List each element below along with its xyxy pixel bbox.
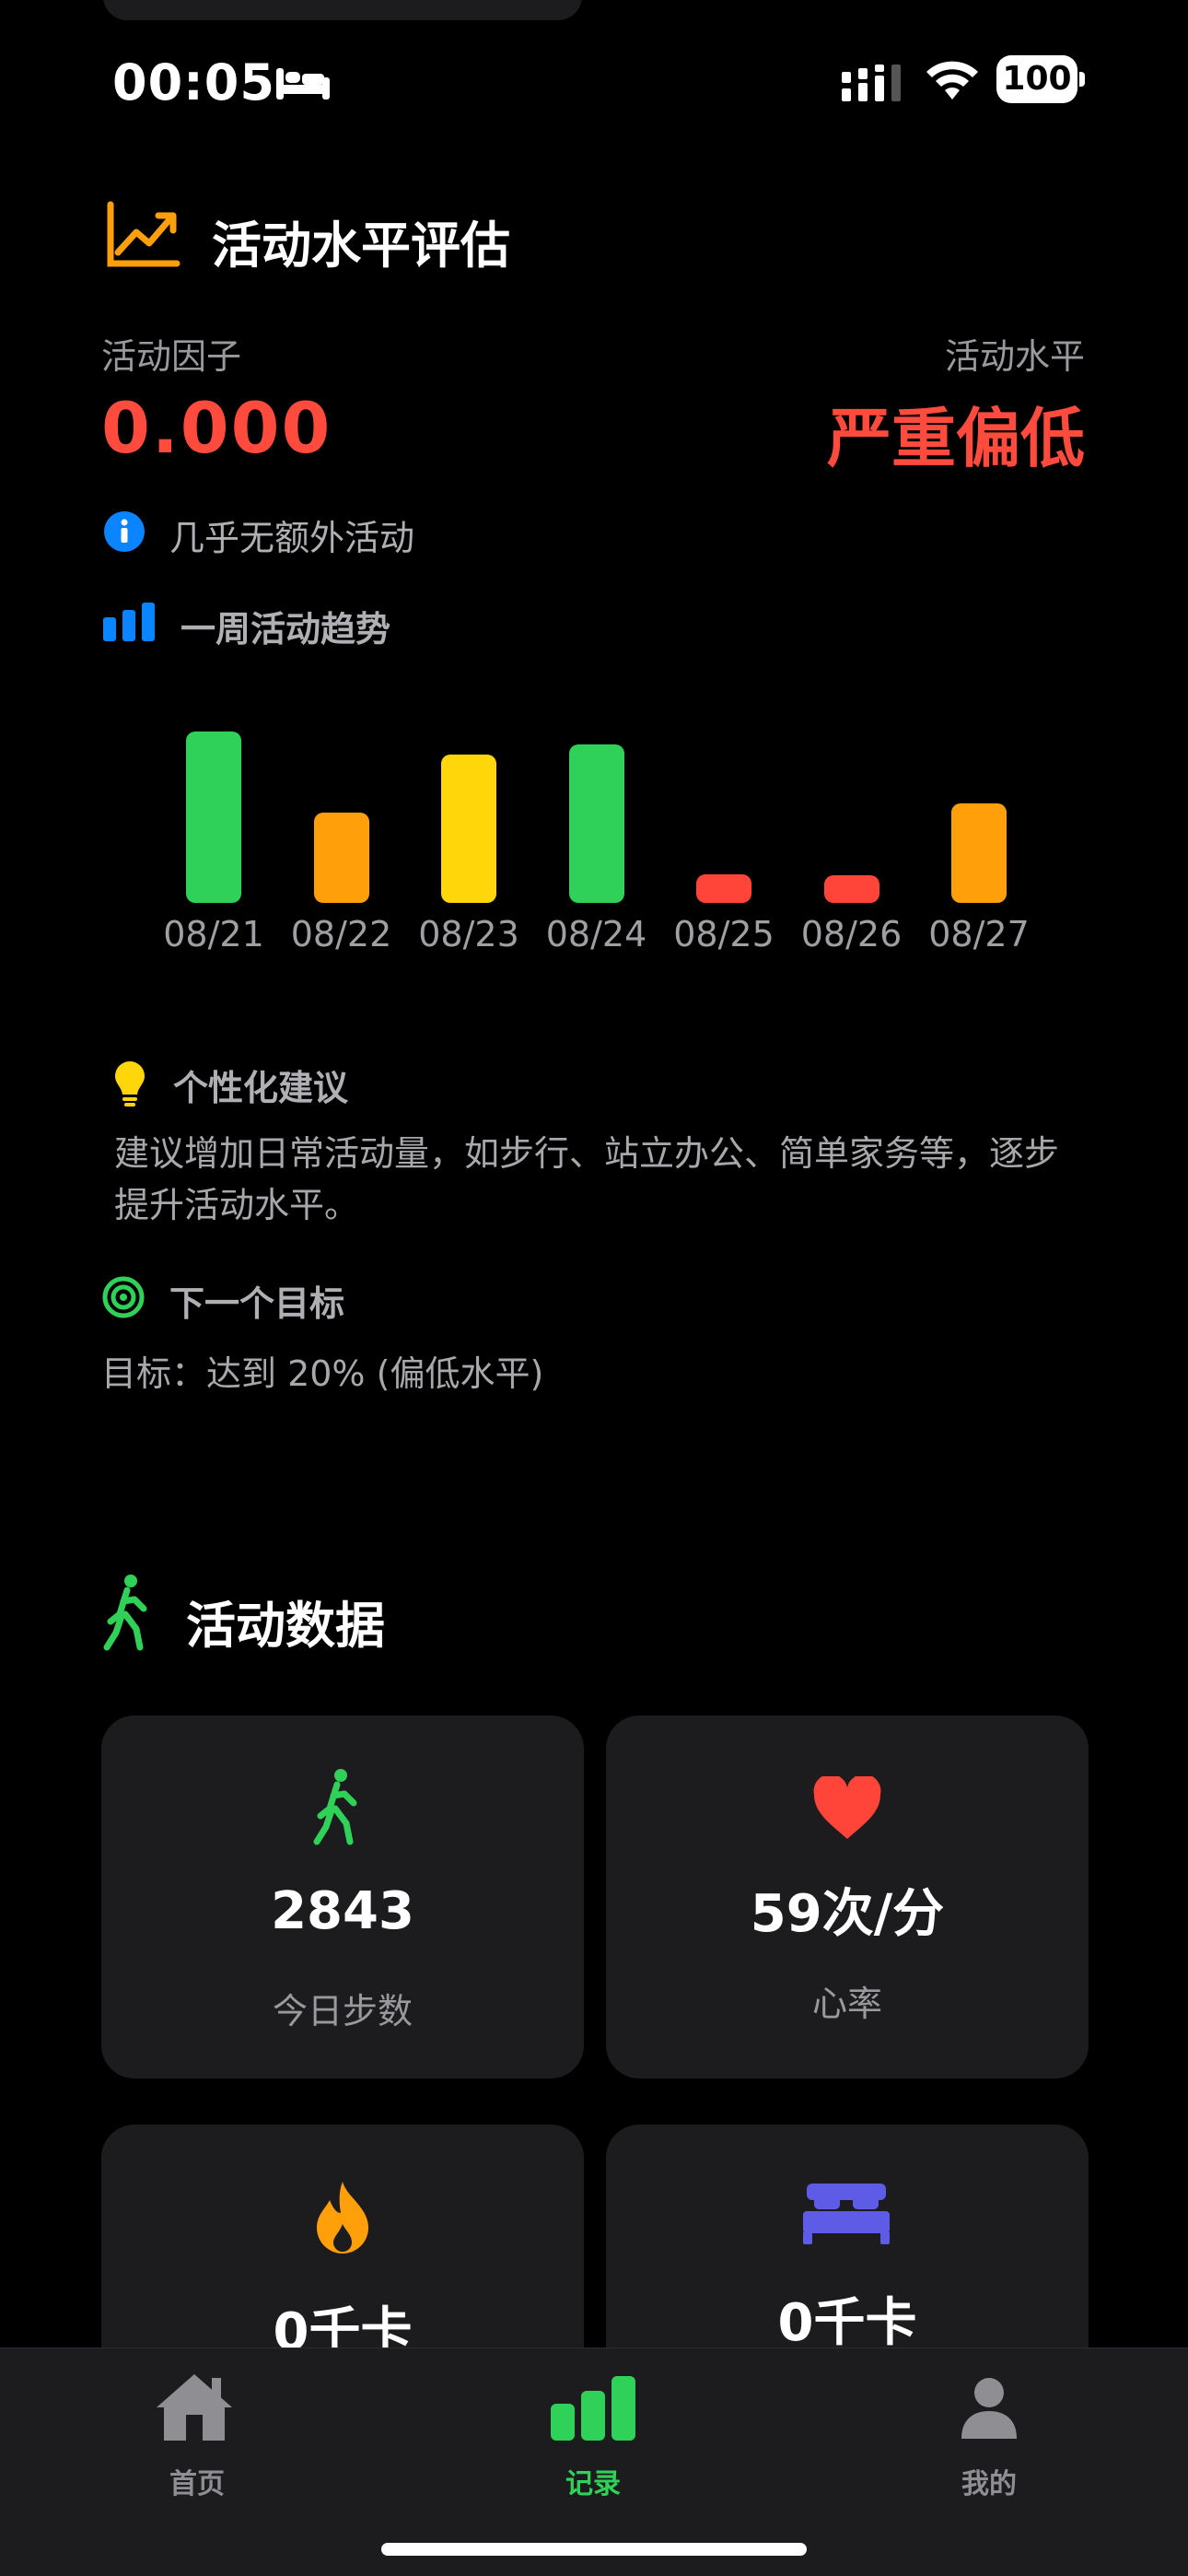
goal-text: 目标：达到 20% (偏低水平): [101, 1353, 544, 1394]
assessment-title: 活动水平评估: [212, 217, 510, 275]
chart-icon: [551, 2376, 635, 2441]
steps-value: 2843: [271, 1881, 414, 1941]
activity-data-title: 活动数据: [186, 1597, 385, 1655]
tab-home[interactable]: 首页: [87, 2361, 308, 2500]
walking-icon: [103, 1575, 147, 1651]
activity-factor-value: 0.000: [101, 387, 332, 469]
wifi-icon: [926, 61, 978, 100]
chart-date-label: 08/26: [800, 914, 903, 954]
heart-icon: [813, 1776, 881, 1839]
cellular-signal-icon: [842, 64, 901, 101]
heart-rate-card[interactable]: 59次/分 心率: [606, 1715, 1089, 2078]
person-icon: [961, 2378, 1017, 2439]
weekly-activity-chart: 08/21 08/22 08/23 08/24 08/25 08/26 08/27: [147, 700, 1031, 977]
heart-rate-label: 心率: [811, 1984, 882, 2024]
chart-bar: [313, 813, 369, 903]
chart-date-label: 08/22: [290, 914, 392, 954]
chart-date-label: 08/23: [418, 914, 519, 954]
activity-level-value: 严重偏低: [827, 401, 1085, 476]
tab-records-label: 记录: [565, 2468, 621, 2500]
chart-date-label: 08/25: [673, 914, 775, 954]
steps-card[interactable]: 2843 今日步数: [101, 1715, 584, 2078]
trend-up-icon: [107, 201, 181, 267]
status-bar: 00:05 100: [0, 37, 1188, 120]
chart-date-label: 08/21: [163, 914, 264, 954]
activity-info-text: 几乎无额外活动: [169, 518, 415, 558]
chart-date-label: 08/24: [545, 914, 647, 954]
bed-icon: [803, 2184, 890, 2244]
flame-icon: [317, 2182, 368, 2254]
lightbulb-icon: [115, 1061, 145, 1107]
chart-bar: [568, 744, 624, 903]
chart-bar: [951, 803, 1007, 903]
battery-tip: [1079, 72, 1085, 87]
tab-bar: 首页 记录 我的: [0, 2348, 1188, 2576]
tab-records[interactable]: 记录: [483, 2361, 704, 2500]
sleep-focus-icon: [276, 68, 330, 100]
heart-rate-value: 59次/分: [750, 1884, 945, 1944]
chart-bar: [186, 731, 241, 903]
chart-date-label: 08/27: [928, 914, 1030, 954]
steps-label: 今日步数: [272, 1991, 413, 2032]
tab-profile[interactable]: 我的: [879, 2361, 1100, 2500]
sleep-calories-value: 0千卡: [777, 2293, 917, 2353]
tab-home-label: 首页: [169, 2468, 225, 2500]
activity-factor-label: 活动因子: [101, 336, 242, 377]
chart-bar: [823, 875, 879, 903]
chart-bar: [441, 755, 496, 903]
advice-text: 建议增加日常活动量，如步行、站立办公、简单家务等，逐步提升活动水平。: [114, 1133, 1060, 1225]
home-indicator: [381, 2543, 807, 2556]
advice-title: 个性化建议: [173, 1068, 349, 1108]
info-icon: [104, 511, 145, 552]
previous-card-edge: [103, 0, 582, 20]
tab-profile-label: 我的: [961, 2468, 1017, 2500]
weekly-trend-title: 一周活动趋势: [181, 609, 391, 650]
walking-icon: [313, 1769, 357, 1845]
home-icon: [157, 2374, 232, 2441]
goal-title: 下一个目标: [169, 1283, 345, 1324]
battery-level: 100: [996, 55, 1077, 103]
target-icon: [102, 1276, 145, 1318]
status-time: 00:05: [112, 53, 275, 111]
chart-bar: [696, 873, 751, 903]
activity-level-label: 活动水平: [944, 336, 1085, 377]
battery-indicator: 100: [996, 55, 1085, 103]
bar-chart-icon: [103, 603, 155, 641]
